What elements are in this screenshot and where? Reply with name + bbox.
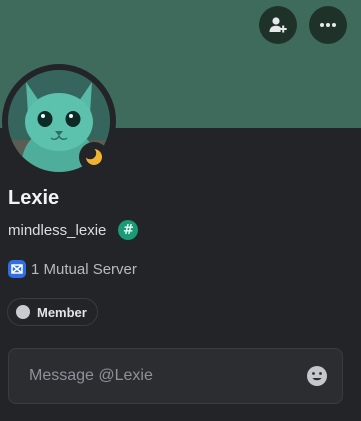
server-icon (8, 260, 26, 278)
username[interactable]: mindless_lexie (8, 222, 106, 239)
add-friend-button[interactable] (259, 6, 297, 44)
display-name: Lexie (8, 187, 60, 209)
emoji-button[interactable] (306, 365, 328, 387)
moon-icon (84, 147, 102, 165)
message-box[interactable] (8, 348, 343, 404)
more-icon (320, 23, 336, 27)
message-input[interactable] (29, 367, 306, 385)
emoji-icon (307, 366, 327, 386)
add-friend-icon (269, 17, 287, 33)
role-label: Member (37, 304, 87, 320)
role-pill-member[interactable]: Member (7, 298, 98, 326)
mutual-servers[interactable]: 1 Mutual Server (8, 259, 137, 279)
mutual-servers-label: 1 Mutual Server (31, 260, 137, 278)
username-row: mindless_lexie # (8, 219, 139, 241)
role-color-dot (16, 305, 30, 319)
hash-badge-icon[interactable]: # (118, 220, 139, 240)
status-indicator (84, 147, 104, 167)
more-options-button[interactable] (309, 6, 347, 44)
